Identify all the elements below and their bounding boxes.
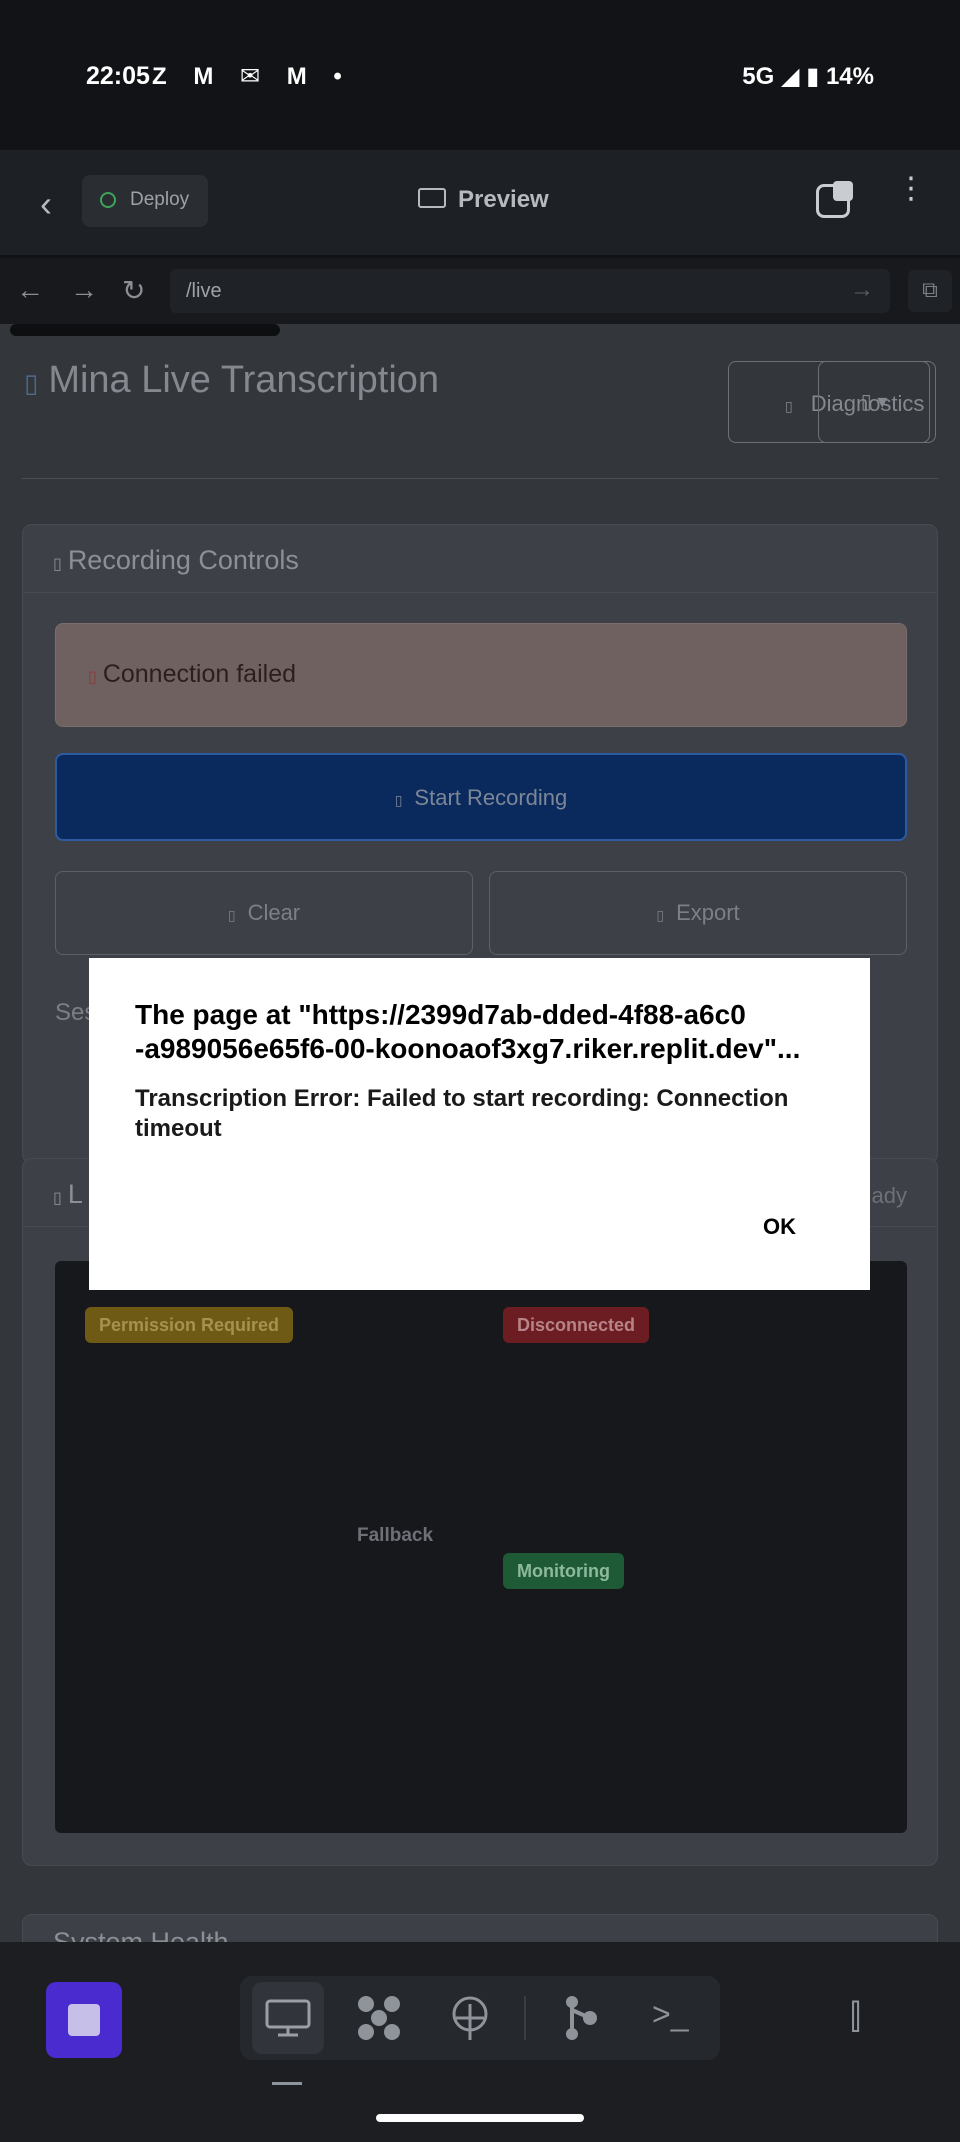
- url-input[interactable]: /live: [170, 269, 890, 313]
- export-label: Export: [676, 900, 740, 925]
- download-icon: ▯: [656, 907, 665, 923]
- reload-icon[interactable]: ↻: [122, 274, 145, 307]
- system-health-card: System Health: [22, 1914, 938, 1942]
- controls-icon: ▯: [53, 556, 62, 573]
- trash-icon: ▯: [227, 907, 236, 923]
- header-divider: [22, 478, 938, 479]
- transcript-panel: Permission Required Disconnected Fallbac…: [55, 1261, 907, 1833]
- recording-controls-title: Recording Controls: [67, 545, 299, 575]
- start-recording-label: Start Recording: [414, 785, 568, 810]
- live-transcript-title: L: [67, 1179, 83, 1209]
- url-go-icon[interactable]: →: [850, 276, 874, 304]
- page-title: ▯ Mina Live Transcription: [24, 359, 439, 402]
- status-time: 22:05: [86, 62, 150, 90]
- dialog-title: The page at "https://2399d7ab-dded-4f88-…: [135, 999, 801, 1064]
- export-button[interactable]: ▯ Export: [489, 871, 907, 955]
- back-chevron-icon[interactable]: ‹: [40, 183, 52, 225]
- notification-icons: Z M ✉ M •: [152, 63, 352, 90]
- page-title-text: Mina Live Transcription: [48, 359, 440, 401]
- panel-toggle-icon[interactable]: ⫿: [850, 1998, 861, 2037]
- dialog-message: Transcription Error: Failed to start rec…: [135, 1085, 789, 1142]
- system-health-header: System Health: [23, 1915, 937, 1942]
- alert-icon: ▯: [88, 669, 97, 686]
- transcript-icon: ▯: [53, 1190, 62, 1207]
- stop-icon: [68, 2004, 100, 2036]
- deploy-icon: [100, 192, 116, 208]
- ready-status: ady: [871, 1183, 907, 1208]
- status-bar: 22:05 Z M ✉ M • 5G ◢ ▮ 14%: [0, 0, 960, 150]
- apps-icon[interactable]: [354, 1994, 404, 2042]
- active-tool-indicator: [272, 2082, 302, 2085]
- browser-back-icon[interactable]: ←: [16, 274, 44, 306]
- recording-controls-header: ▯ Recording Controls: [23, 525, 937, 593]
- system-health-title: System Health: [53, 1927, 229, 1942]
- signal-icon[interactable]: [450, 1994, 490, 2042]
- deploy-button[interactable]: Deploy: [82, 175, 208, 227]
- terminal-icon[interactable]: >_: [652, 1996, 688, 2033]
- network-icon: 5G ◢: [742, 63, 800, 90]
- record-icon: ▯: [394, 792, 403, 808]
- battery-percent: 14%: [825, 63, 874, 90]
- deploy-label: Deploy: [130, 189, 190, 210]
- home-indicator[interactable]: [376, 2114, 584, 2122]
- clear-button[interactable]: ▯ Clear: [55, 871, 473, 955]
- ok-button[interactable]: OK: [763, 1214, 796, 1240]
- fallback-label: Fallback: [357, 1525, 434, 1546]
- stop-button[interactable]: [46, 1982, 122, 2058]
- tabs-icon[interactable]: [816, 181, 853, 218]
- diagnostics-icon: ▯: [785, 398, 793, 414]
- git-icon[interactable]: [562, 1994, 598, 2042]
- preview-label: Preview: [458, 186, 549, 213]
- browser-forward-icon[interactable]: →: [70, 274, 98, 306]
- open-external-icon[interactable]: ⧉: [908, 270, 952, 312]
- desktop-icon: [265, 1999, 311, 2037]
- connection-badge: Disconnected: [503, 1307, 650, 1343]
- tool-separator: [524, 1996, 526, 2040]
- more-vert-icon[interactable]: ⋮: [896, 174, 926, 204]
- microphone-icon: ▯: [24, 368, 39, 398]
- diagnostics-dropdown-toggle[interactable]: ▯ ▾: [818, 361, 930, 443]
- scroll-thumb[interactable]: [10, 324, 280, 336]
- alert-text: Connection failed: [102, 660, 297, 688]
- status-right: 5G ◢ ▮ 14%: [742, 62, 874, 91]
- monitoring-badge: Monitoring: [503, 1553, 624, 1589]
- clear-label: Clear: [247, 900, 301, 925]
- battery-icon: ▮: [806, 63, 826, 90]
- alert-dialog: The page at "https://2399d7ab-dded-4f88-…: [89, 958, 870, 1290]
- connection-alert: ▯ Connection failed: [55, 623, 907, 727]
- start-recording-button[interactable]: ▯ Start Recording: [55, 753, 907, 841]
- permission-badge: Permission Required: [85, 1307, 294, 1343]
- preview-title: Preview: [418, 186, 549, 214]
